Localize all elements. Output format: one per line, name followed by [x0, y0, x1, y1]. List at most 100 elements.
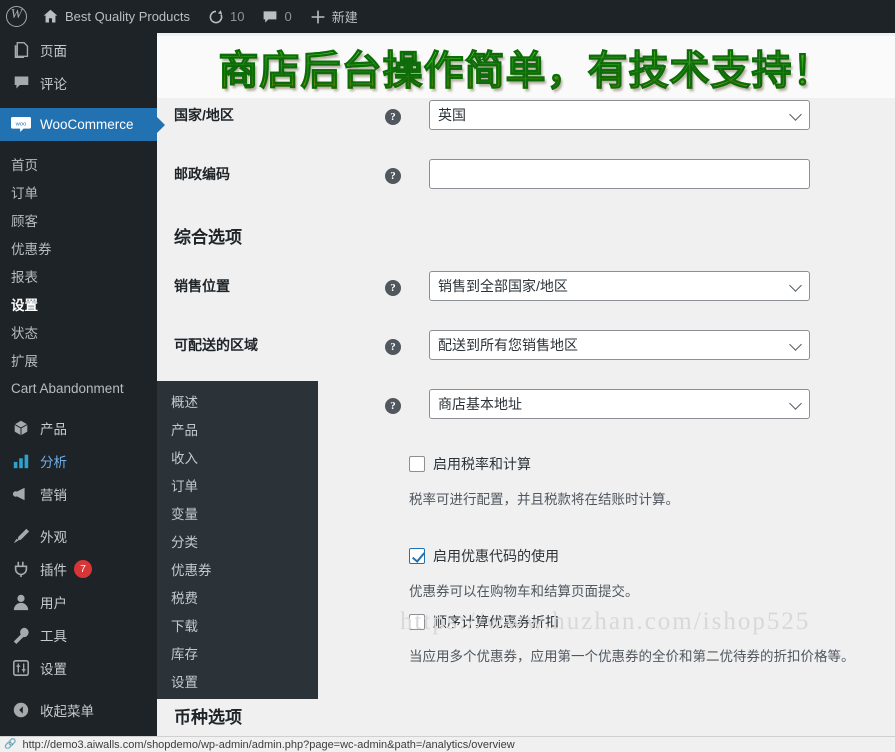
- sidebar-item-woo-customers[interactable]: 顾客: [0, 206, 157, 234]
- promo-banner: 商店后台操作简单，有技术支持！: [157, 36, 895, 98]
- sidebar-item-products[interactable]: 产品: [0, 411, 157, 444]
- flyout-item-overview[interactable]: 概述: [157, 389, 318, 417]
- flyout-item-products[interactable]: 产品: [157, 417, 318, 445]
- site-name-button[interactable]: Best Quality Products: [33, 0, 199, 33]
- comments-count: 0: [284, 9, 291, 24]
- sidebar-item-settings[interactable]: 设置: [0, 651, 157, 684]
- sidebar-item-label: 页面: [40, 40, 67, 60]
- enable-coupons-checkbox[interactable]: [409, 548, 425, 564]
- sidebar-item-cart-abandonment[interactable]: Cart Abandonment: [0, 374, 157, 402]
- flyout-item-settings[interactable]: 设置: [157, 669, 318, 697]
- selling-location-help[interactable]: ?: [385, 271, 409, 296]
- sidebar-item-woo-extensions[interactable]: 扩展: [0, 346, 157, 374]
- sidebar-item-label: 评论: [40, 73, 67, 93]
- pages-icon: [11, 40, 31, 60]
- sidebar-item-woo-coupons[interactable]: 优惠券: [0, 234, 157, 262]
- sidebar-sub-label: 扩展: [11, 350, 38, 370]
- site-name-label: Best Quality Products: [65, 9, 190, 24]
- flyout-item-label: 设置: [171, 675, 198, 690]
- sidebar-sub-label: 设置: [11, 294, 38, 314]
- sidebar-item-woo-status[interactable]: 状态: [0, 318, 157, 346]
- enable-coupons-description: 优惠券可以在购物车和结算页面提交。: [409, 580, 639, 600]
- flyout-item-label: 收入: [171, 451, 198, 466]
- woocommerce-icon: woo: [11, 115, 31, 135]
- sidebar-item-plugins[interactable]: 插件 7: [0, 552, 157, 585]
- flyout-item-variations[interactable]: 变量: [157, 501, 318, 529]
- sequential-coupons-row[interactable]: 顺序计算优惠券折扣: [409, 612, 559, 632]
- flyout-item-coupons[interactable]: 优惠券: [157, 557, 318, 585]
- sidebar-item-label: WooCommerce: [40, 117, 134, 132]
- status-url: http://demo3.aiwalls.com/shopdemo/wp-adm…: [22, 739, 514, 751]
- postcode-input[interactable]: [429, 159, 810, 189]
- country-region-label: 国家/地区: [157, 100, 385, 130]
- flyout-item-downloads[interactable]: 下载: [157, 613, 318, 641]
- shipping-location-help[interactable]: ?: [385, 330, 409, 355]
- sidebar-item-label: 设置: [40, 658, 67, 678]
- enable-taxes-checkbox[interactable]: [409, 456, 425, 472]
- sidebar-item-analytics[interactable]: 分析: [0, 444, 157, 477]
- updates-button[interactable]: 10: [199, 0, 253, 33]
- sidebar-sub-label: 顾客: [11, 210, 38, 230]
- tools-wrench-icon: [11, 625, 31, 645]
- flyout-item-label: 库存: [171, 647, 198, 662]
- users-icon: [11, 592, 31, 612]
- country-region-select[interactable]: 英国: [429, 100, 810, 130]
- postcode-help[interactable]: ?: [385, 159, 409, 184]
- enable-coupons-row[interactable]: 启用优惠代码的使用: [409, 546, 559, 566]
- shipping-location-select[interactable]: 配送到所有您销售地区: [429, 330, 810, 360]
- flyout-item-taxes[interactable]: 税费: [157, 585, 318, 613]
- sequential-coupons-checkbox[interactable]: [409, 614, 425, 630]
- plugins-update-badge: 7: [74, 560, 92, 578]
- sidebar-item-label: 产品: [40, 418, 67, 438]
- sequential-coupons-description: 当应用多个优惠券，应用第一个优惠券的全价和第二优待券的折扣价格等。: [409, 645, 855, 665]
- new-content-label: 新建: [332, 7, 358, 26]
- wordpress-logo-icon: [6, 6, 27, 27]
- sequential-coupons-label: 顺序计算优惠券折扣: [433, 612, 559, 632]
- sidebar-item-label: 收起菜单: [40, 700, 94, 720]
- sidebar-spacer-2: [0, 402, 157, 411]
- help-icon: ?: [385, 109, 401, 125]
- country-region-help[interactable]: ?: [385, 100, 409, 125]
- postcode-label: 邮政编码: [157, 159, 385, 189]
- flyout-item-orders[interactable]: 订单: [157, 473, 318, 501]
- sidebar-item-users[interactable]: 用户: [0, 585, 157, 618]
- help-icon: ?: [385, 168, 401, 184]
- sidebar-sub-label: 状态: [11, 322, 38, 342]
- flyout-item-revenue[interactable]: 收入: [157, 445, 318, 473]
- shipping-location-value: 配送到所有您销售地区: [438, 335, 578, 355]
- sidebar-item-woo-orders[interactable]: 订单: [0, 178, 157, 206]
- sidebar-item-woo-settings[interactable]: 设置: [0, 290, 157, 318]
- sidebar-sub-label: 首页: [11, 154, 38, 174]
- selling-location-row: 销售位置 ? 销售到全部国家/地区: [157, 271, 895, 301]
- selling-location-select[interactable]: 销售到全部国家/地区: [429, 271, 810, 301]
- sidebar-sub-label: 订单: [11, 182, 38, 202]
- sidebar-item-label: 工具: [40, 625, 67, 645]
- settings-sliders-icon: [11, 658, 31, 678]
- sidebar-item-pages[interactable]: 页面: [0, 33, 157, 66]
- default-address-select[interactable]: 商店基本地址: [429, 389, 810, 419]
- plus-icon: [310, 9, 326, 25]
- sidebar-sub-label: 优惠券: [11, 238, 52, 258]
- sidebar-item-appearance[interactable]: 外观: [0, 519, 157, 552]
- sidebar-item-comments[interactable]: 评论: [0, 66, 157, 99]
- flyout-item-label: 优惠券: [171, 563, 212, 578]
- sidebar-item-label: 分析: [40, 451, 67, 471]
- flyout-item-stock[interactable]: 库存: [157, 641, 318, 669]
- flyout-item-categories[interactable]: 分类: [157, 529, 318, 557]
- default-address-help[interactable]: ?: [385, 389, 409, 414]
- new-content-button[interactable]: 新建: [301, 0, 367, 33]
- sidebar-item-marketing[interactable]: 营销: [0, 477, 157, 510]
- comments-button[interactable]: 0: [253, 0, 300, 33]
- enable-taxes-row[interactable]: 启用税率和计算: [409, 454, 531, 474]
- enable-taxes-label: 启用税率和计算: [433, 454, 531, 474]
- wp-logo-button[interactable]: [0, 0, 33, 33]
- sidebar-item-woo-reports[interactable]: 报表: [0, 262, 157, 290]
- sidebar-item-collapse-menu[interactable]: 收起菜单: [0, 693, 157, 726]
- selling-location-label: 销售位置: [157, 271, 385, 301]
- general-options-title: 综合选项: [174, 223, 242, 248]
- sidebar-item-woo-home[interactable]: 首页: [0, 150, 157, 178]
- sidebar-item-woocommerce[interactable]: woo WooCommerce: [0, 108, 157, 141]
- sidebar-item-tools[interactable]: 工具: [0, 618, 157, 651]
- link-icon: 🔗: [4, 739, 16, 750]
- flyout-item-label: 下载: [171, 619, 198, 634]
